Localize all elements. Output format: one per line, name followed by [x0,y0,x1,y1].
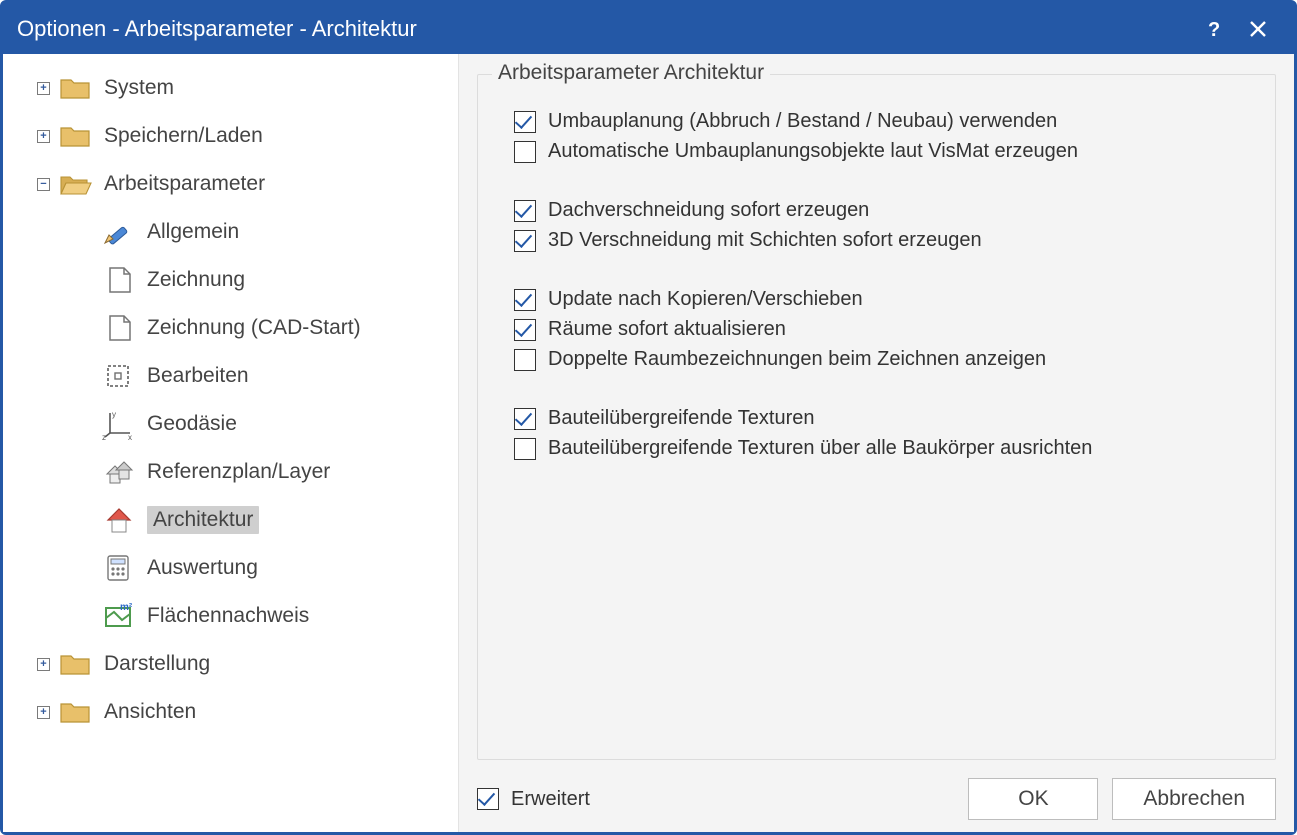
checkbox[interactable] [514,319,536,341]
checkbox-label: Bauteilübergreifende Texturen über alle … [548,437,1092,460]
tree-item-speichern-laden[interactable]: + Speichern/Laden [11,112,456,160]
close-button[interactable] [1236,7,1280,51]
check-update-kopieren-verschieben[interactable]: Update nach Kopieren/Verschieben [514,288,1247,311]
tree-item-label: Darstellung [104,652,210,676]
checkbox[interactable] [514,111,536,133]
checkbox[interactable] [477,788,499,810]
titlebar: Optionen - Arbeitsparameter - Architektu… [3,3,1294,54]
tree-item-zeichnung[interactable]: Zeichnung [11,256,456,304]
calculator-icon [101,553,137,583]
expand-toggle[interactable]: + [37,706,50,719]
group-title: Arbeitsparameter Architektur [492,61,770,85]
tree-item-label: Architektur [147,506,259,534]
check-dachverschneidung[interactable]: Dachverschneidung sofort erzeugen [514,199,1247,222]
tree-item-referenzplan-layer[interactable]: Referenzplan/Layer [11,448,456,496]
nav-tree: + System + Speichern/Laden − Arbeitspara… [3,54,458,832]
tree-item-label: Zeichnung (CAD-Start) [147,316,361,340]
tree-item-label: Referenzplan/Layer [147,460,330,484]
check-doppelte-raumbezeichnungen[interactable]: Doppelte Raumbezeichnungen beim Zeichnen… [514,348,1247,371]
tree-item-geodaesie[interactable]: Geodäsie [11,400,456,448]
checkbox[interactable] [514,230,536,252]
page-icon [101,313,137,343]
window-title: Optionen - Arbeitsparameter - Architektu… [17,16,1192,42]
dialog-footer: Erweitert OK Abbrechen [477,760,1276,820]
check-texturen-alle-baukoerper[interactable]: Bauteilübergreifende Texturen über alle … [514,437,1247,460]
folder-open-icon [58,169,94,199]
checkbox-label: Dachverschneidung sofort erzeugen [548,199,869,222]
expand-toggle[interactable]: + [37,658,50,671]
house-icon [101,505,137,535]
axes-icon [101,409,137,439]
tree-item-flaechennachweis[interactable]: Flächennachweis [11,592,456,640]
ok-button[interactable]: OK [968,778,1098,820]
tree-item-zeichnung-cad-start[interactable]: Zeichnung (CAD-Start) [11,304,456,352]
content-pane: Arbeitsparameter Architektur Umbauplanun… [458,54,1294,832]
checkbox[interactable] [514,141,536,163]
checkbox-label: Erweitert [511,788,590,811]
checkbox[interactable] [514,200,536,222]
svg-text:?: ? [1208,19,1220,39]
tree-item-label: Bearbeiten [147,364,249,388]
pencil-icon [101,217,137,247]
page-icon [101,265,137,295]
selection-icon [101,361,137,391]
checkbox[interactable] [514,349,536,371]
check-umbauplanung-verwenden[interactable]: Umbauplanung (Abbruch / Bestand / Neubau… [514,110,1247,133]
folder-icon [58,697,94,727]
houses-icon [101,457,137,487]
checkbox-label: Umbauplanung (Abbruch / Bestand / Neubau… [548,110,1057,133]
check-bauteiluebergreifende-texturen[interactable]: Bauteilübergreifende Texturen [514,407,1247,430]
checkbox-label: Bauteilübergreifende Texturen [548,407,814,430]
tree-item-label: Geodäsie [147,412,237,436]
tree-item-label: System [104,76,174,100]
tree-item-bearbeiten[interactable]: Bearbeiten [11,352,456,400]
tree-item-allgemein[interactable]: Allgemein [11,208,456,256]
check-3d-verschneidung[interactable]: 3D Verschneidung mit Schichten sofort er… [514,229,1247,252]
folder-icon [58,73,94,103]
tree-item-label: Arbeitsparameter [104,172,265,196]
checkbox[interactable] [514,408,536,430]
checkbox-label: 3D Verschneidung mit Schichten sofort er… [548,229,982,252]
tree-item-system[interactable]: + System [11,64,456,112]
checkbox-label: Automatische Umbauplanungsobjekte laut V… [548,140,1078,163]
cancel-button[interactable]: Abbrechen [1112,778,1276,820]
tree-item-label: Allgemein [147,220,239,244]
tree-item-label: Auswertung [147,556,258,580]
check-raeume-aktualisieren[interactable]: Räume sofort aktualisieren [514,318,1247,341]
checkbox-label: Räume sofort aktualisieren [548,318,786,341]
expand-toggle[interactable]: + [37,130,50,143]
options-dialog: Optionen - Arbeitsparameter - Architektu… [0,0,1297,835]
tree-item-auswertung[interactable]: Auswertung [11,544,456,592]
check-auto-umbauplanungsobjekte[interactable]: Automatische Umbauplanungsobjekte laut V… [514,140,1247,163]
collapse-toggle[interactable]: − [37,178,50,191]
check-erweitert[interactable]: Erweitert [477,788,590,811]
area-icon [101,601,137,631]
tree-item-arbeitsparameter[interactable]: − Arbeitsparameter [11,160,456,208]
tree-item-darstellung[interactable]: + Darstellung [11,640,456,688]
checkbox[interactable] [514,289,536,311]
help-button[interactable]: ? [1192,7,1236,51]
tree-item-ansichten[interactable]: + Ansichten [11,688,456,736]
tree-item-label: Flächennachweis [147,604,309,628]
checkbox-label: Doppelte Raumbezeichnungen beim Zeichnen… [548,348,1046,371]
tree-item-label: Speichern/Laden [104,124,263,148]
tree-item-architektur[interactable]: Architektur [11,496,456,544]
expand-toggle[interactable]: + [37,82,50,95]
checkbox-label: Update nach Kopieren/Verschieben [548,288,863,311]
folder-icon [58,121,94,151]
checkbox[interactable] [514,438,536,460]
tree-item-label: Zeichnung [147,268,245,292]
folder-icon [58,649,94,679]
group-arbeitsparameter-architektur: Arbeitsparameter Architektur Umbauplanun… [477,74,1276,760]
tree-item-label: Ansichten [104,700,196,724]
